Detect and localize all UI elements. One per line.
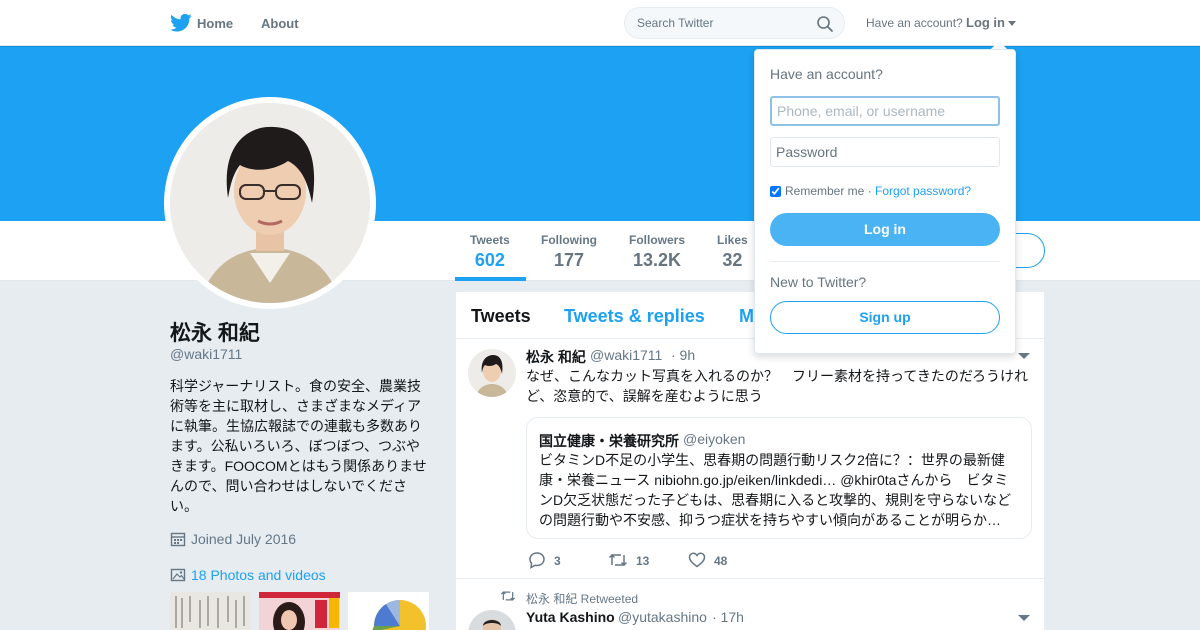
chevron-down-icon[interactable] (1018, 615, 1030, 621)
tweet-text: なぜ、こんなカット写真を入れるのか？ フリー素材を持ってきたのだろうけれど、恣意… (526, 368, 1029, 404)
tweet-avatar-image (468, 349, 516, 397)
profile-bio: 科学ジャーナリスト。食の安全、農業技術等を主に取材し、さまざまなメディアに執筆。… (170, 378, 427, 514)
twitter-bird-icon[interactable] (170, 13, 192, 33)
retweeted-label[interactable]: 松永 和紀 Retweeted (526, 590, 638, 607)
profile-name[interactable]: 松永 和紀 (170, 317, 260, 347)
dropdown-divider (770, 261, 1000, 262)
tweet-timestamp[interactable]: · 9h (671, 347, 695, 363)
stat-likes[interactable]: Likes 32 (717, 233, 748, 271)
quoted-tweet-text: ビタミンD不足の小学生、思春期の問題行動リスク2倍に？：世界の最新健康・栄養ニュ… (539, 452, 1012, 528)
tweet-author-name[interactable]: 松永 和紀 (526, 347, 586, 367)
dropdown-title: Have an account? (770, 66, 883, 82)
calendar-icon (170, 532, 186, 547)
remember-separator: · (864, 184, 876, 198)
login-button[interactable]: Log in (770, 213, 1000, 246)
username-field[interactable] (770, 96, 1000, 126)
photo-thumbnail[interactable] (170, 592, 251, 630)
search-icon[interactable] (816, 15, 834, 33)
nav-home-link[interactable]: Home (197, 16, 233, 31)
tweet-divider (456, 578, 1044, 579)
tweet-author-avatar[interactable] (468, 610, 516, 630)
quoted-tweet[interactable]: 国立健康・栄養研究所 @eiyoken ビタミンD不足の小学生、思春期の問題行動… (526, 417, 1032, 539)
like-count: 48 (714, 554, 728, 568)
stat-following[interactable]: Following 177 (541, 233, 597, 271)
photo-thumbnail[interactable] (259, 592, 340, 630)
tweet-author-handle[interactable]: @yutakashino (618, 609, 707, 625)
thumbnail-pie-chart-image (348, 592, 429, 630)
search-field[interactable]: Search Twitter (624, 7, 845, 39)
stat-value: 32 (722, 250, 743, 270)
avatar-portrait-image (170, 103, 370, 303)
reply-icon (529, 552, 545, 569)
new-to-twitter-text: New to Twitter? (770, 274, 867, 290)
profile-handle[interactable]: @waki1711 (170, 346, 242, 362)
photos-text[interactable]: 18 Photos and videos (191, 567, 326, 583)
password-field[interactable] (770, 137, 1000, 167)
photo-icon (170, 568, 186, 582)
login-dropdown: Have an account? Remember me · Forgot pa… (754, 49, 1016, 354)
tab-tweets[interactable]: Tweets (471, 306, 531, 327)
tab-tweets-and-replies[interactable]: Tweets & replies (564, 306, 705, 327)
remember-me-checkbox[interactable] (770, 186, 781, 197)
stat-value: 13.2K (632, 250, 682, 270)
stat-value: 177 (553, 250, 585, 270)
active-tab-indicator (455, 277, 526, 281)
login-dropdown-toggle[interactable]: Log in (966, 15, 1005, 30)
stat-label: Tweets (470, 233, 510, 247)
like-action[interactable]: 48 (688, 551, 727, 569)
tweet-author-name[interactable]: Yuta Kashino (526, 609, 615, 625)
joined-text: Joined July 2016 (191, 531, 297, 547)
forgot-password-link[interactable]: Forgot password? (875, 184, 971, 198)
tweet-author-avatar[interactable] (468, 349, 516, 397)
quoted-author-handle: @eiyoken (683, 431, 746, 447)
quoted-author-name: 国立健康・栄養研究所 (539, 433, 679, 449)
avatar[interactable] (170, 103, 370, 303)
heart-icon (688, 552, 706, 568)
stat-value: 602 (474, 250, 505, 270)
stat-label: Following (541, 233, 597, 247)
tweet-author-handle[interactable]: @waki1711 (590, 347, 662, 363)
remember-me-label[interactable]: Remember me (785, 184, 864, 198)
reply-action[interactable]: 3 (528, 551, 561, 569)
retweet-icon (608, 553, 628, 567)
top-navigation-bar: Home About Search Twitter Have an accoun… (0, 0, 1200, 46)
thumbnail-magazine-image (259, 592, 340, 630)
have-account-text: Have an account? (866, 16, 963, 30)
stat-label: Likes (717, 233, 748, 247)
retweet-count: 13 (636, 554, 650, 568)
retweet-action[interactable]: 13 (608, 551, 649, 569)
chevron-down-icon[interactable] (1018, 353, 1030, 359)
signup-button[interactable]: Sign up (770, 301, 1000, 334)
thumbnail-document-image (170, 592, 251, 630)
tweet-timestamp[interactable]: · 17h (712, 609, 744, 625)
tab-media[interactable]: M (739, 306, 754, 327)
retweet-icon (500, 591, 516, 601)
reply-count: 3 (554, 554, 561, 568)
stat-followers[interactable]: Followers 13.2K (629, 233, 685, 271)
chevron-down-icon[interactable] (1008, 21, 1016, 26)
nav-about-link[interactable]: About (261, 16, 299, 31)
stat-label: Followers (629, 233, 686, 247)
stat-tweets[interactable]: Tweets 602 (470, 233, 510, 271)
photos-link[interactable]: 18 Photos and videos (170, 567, 326, 583)
search-placeholder[interactable]: Search Twitter (637, 16, 713, 30)
joined-date: Joined July 2016 (170, 531, 296, 547)
tweet-avatar-image (468, 610, 516, 630)
remember-me-row: Remember me · Forgot password? (770, 184, 971, 198)
photo-thumbnail[interactable] (348, 592, 429, 630)
